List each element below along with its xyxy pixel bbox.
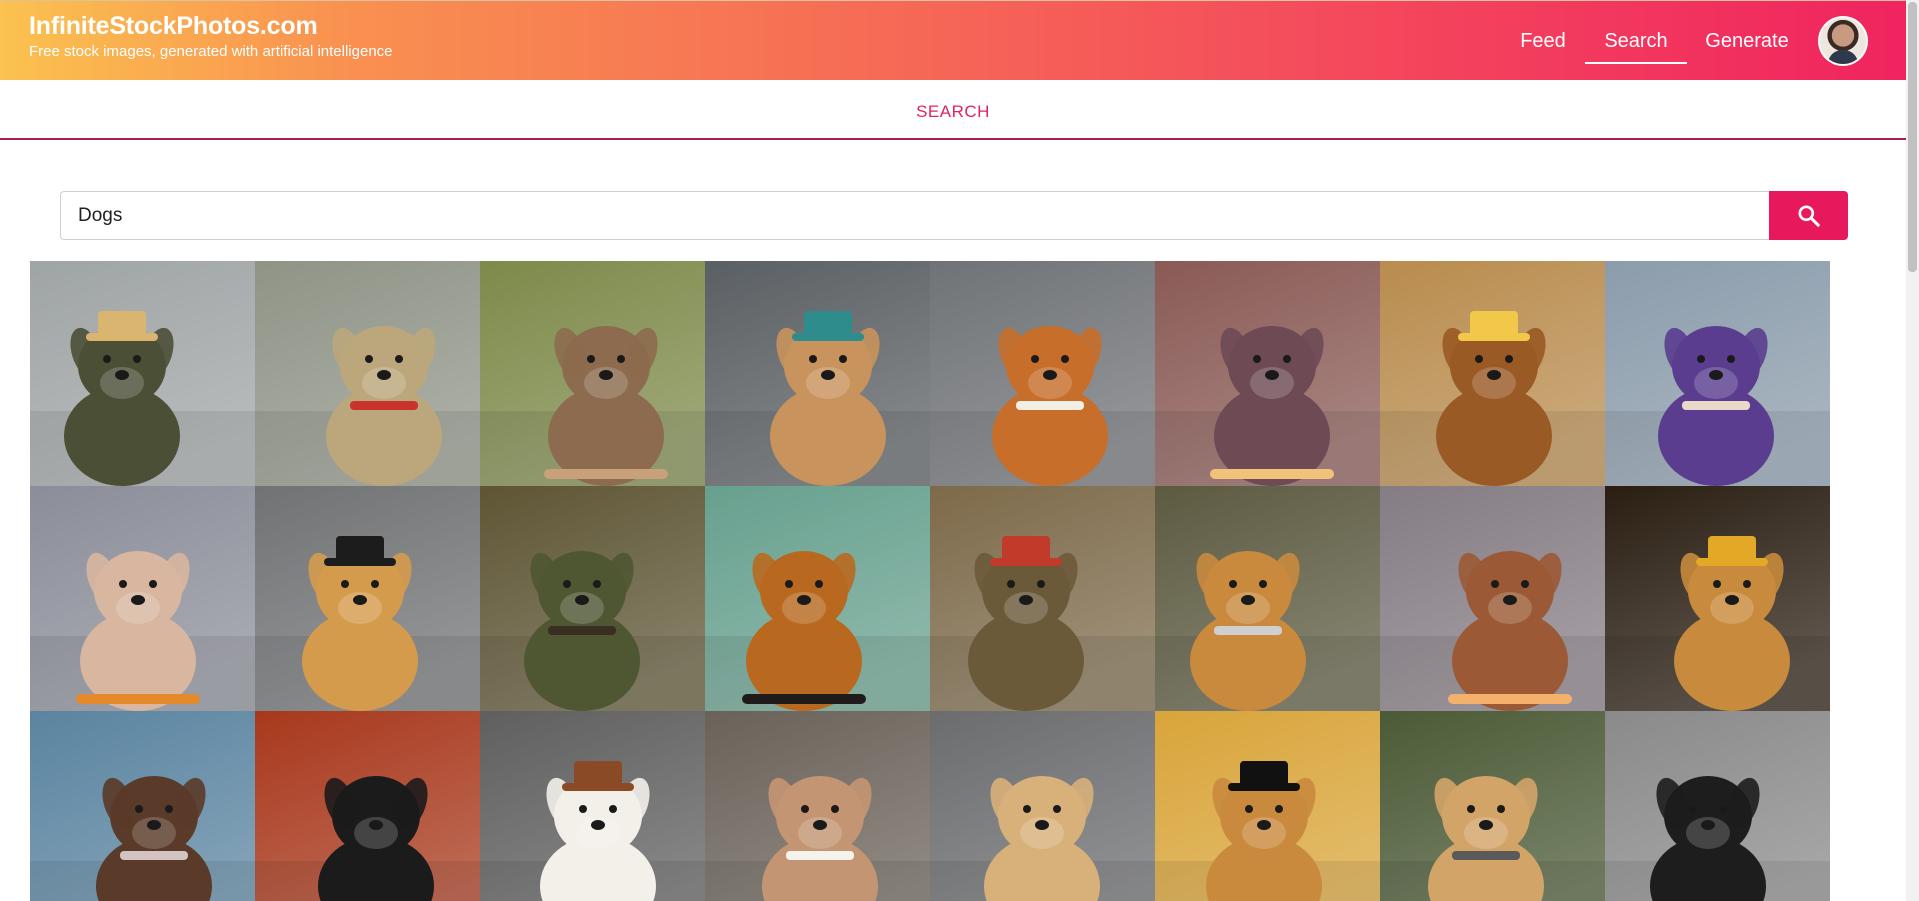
result-image-dog-on-cliff-sky[interactable] (30, 711, 255, 901)
result-image-golden-dog-closeup[interactable] (705, 486, 930, 711)
result-image-painted-brown-dog[interactable] (1380, 486, 1605, 711)
dog-illustration (1155, 486, 1380, 711)
brand-title[interactable]: InfiniteStockPhotos.com (29, 11, 393, 41)
result-image-puppy-on-skateboard-2[interactable] (930, 711, 1155, 901)
search-bar (60, 191, 1848, 240)
result-image-painted-mastiff[interactable] (1380, 261, 1605, 486)
result-image-black-dog-gray-bg[interactable] (1605, 711, 1830, 901)
dog-illustration (30, 486, 255, 711)
dog-illustration (930, 261, 1155, 486)
dog-illustration (30, 711, 255, 901)
result-image-tiny-dog-on-road[interactable] (30, 486, 255, 711)
result-image-running-small-dog[interactable] (480, 711, 705, 901)
dog-illustration (255, 711, 480, 901)
nav-feed[interactable]: Feed (1514, 1, 1572, 81)
result-image-happy-mixed-breed[interactable] (705, 711, 930, 901)
search-button[interactable] (1769, 191, 1848, 240)
dog-illustration (30, 261, 255, 486)
dog-illustration (1380, 486, 1605, 711)
dog-illustration (1155, 261, 1380, 486)
result-image-golden-retriever-white-hat[interactable] (1155, 486, 1380, 711)
dog-illustration (930, 711, 1155, 901)
result-image-dog-in-officer-uniform[interactable] (255, 261, 480, 486)
dog-illustration (705, 711, 930, 901)
result-image-puppy-on-skateboard[interactable] (705, 261, 930, 486)
search-icon (1797, 204, 1820, 227)
dog-illustration (1155, 711, 1380, 901)
result-image-terrier-on-street[interactable] (1380, 711, 1605, 901)
dog-illustration (1380, 711, 1605, 901)
result-image-two-dogs-howling[interactable] (480, 261, 705, 486)
dog-illustration (1605, 486, 1830, 711)
page-tab-bar: SEARCH (0, 80, 1906, 140)
result-image-retriever-gold-top-hat[interactable] (1605, 486, 1830, 711)
result-image-black-white-spaniel[interactable] (255, 711, 480, 901)
dog-illustration (1380, 261, 1605, 486)
result-image-pomeranian-on-skateboard[interactable] (930, 261, 1155, 486)
dog-illustration (705, 261, 930, 486)
page-scrollbar[interactable] (1906, 0, 1919, 901)
page-heading: SEARCH (916, 102, 990, 121)
results-grid (30, 261, 1830, 901)
result-image-painted-wolfish-dog[interactable] (1155, 261, 1380, 486)
dog-illustration (480, 261, 705, 486)
search-input[interactable] (60, 191, 1769, 240)
nav-search[interactable]: Search (1585, 1, 1687, 81)
scrollbar-thumb[interactable] (1908, 2, 1917, 272)
dog-illustration (705, 486, 930, 711)
avatar-shirt (1828, 50, 1858, 64)
user-avatar[interactable] (1818, 16, 1868, 66)
dog-illustration (480, 486, 705, 711)
dog-illustration (480, 711, 705, 901)
dog-illustration (1605, 261, 1830, 486)
dog-illustration (930, 486, 1155, 711)
nav-generate[interactable]: Generate (1698, 1, 1796, 81)
result-image-dog-in-army-jacket[interactable] (480, 486, 705, 711)
result-image-dog-in-purple-sweater[interactable] (1605, 261, 1830, 486)
brand-subtitle: Free stock images, generated with artifi… (29, 43, 393, 60)
brand[interactable]: InfiniteStockPhotos.com Free stock image… (29, 11, 393, 61)
result-image-retriever-black-top-hat[interactable] (1155, 711, 1380, 901)
dog-illustration (255, 486, 480, 711)
result-image-golden-retriever-top-hat[interactable] (255, 486, 480, 711)
dog-illustration (255, 261, 480, 486)
result-image-dog-in-military-uniform[interactable] (30, 261, 255, 486)
app-header: InfiniteStockPhotos.com Free stock image… (0, 0, 1906, 80)
dog-illustration (1605, 711, 1830, 901)
result-image-dog-general-portrait[interactable] (930, 486, 1155, 711)
